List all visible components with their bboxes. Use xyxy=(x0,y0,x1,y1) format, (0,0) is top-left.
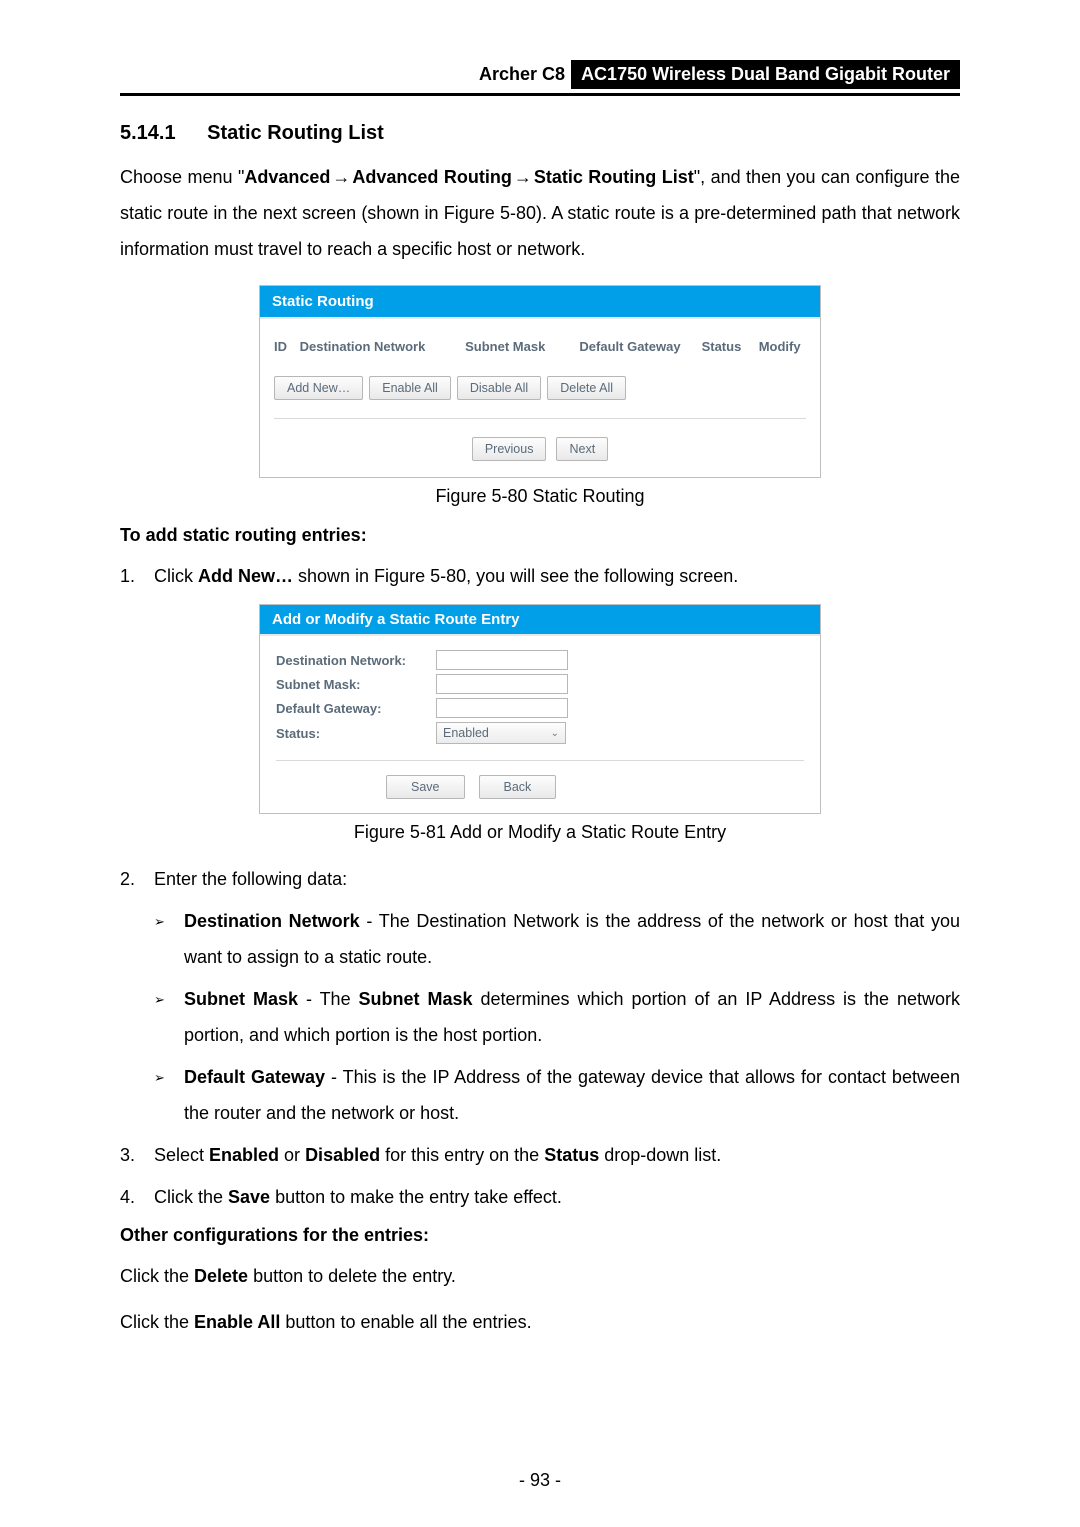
page-number: - 93 - xyxy=(0,1470,1080,1491)
add-new-button[interactable]: Add New… xyxy=(274,376,363,400)
subnet-mask-label: Subnet Mask: xyxy=(276,677,436,692)
product-label: AC1750 Wireless Dual Band Gigabit Router xyxy=(571,60,960,89)
bullet-2-label: Subnet Mask xyxy=(184,989,298,1009)
chevron-down-icon: ⌄ xyxy=(551,728,559,739)
col-id: ID xyxy=(274,339,300,354)
arrow-icon: → xyxy=(512,167,534,187)
section-title: Static Routing List xyxy=(207,122,384,144)
col-status: Status xyxy=(702,339,759,354)
bullet-default-gateway: ➢ Default Gateway - This is the IP Addre… xyxy=(120,1059,960,1131)
status-select[interactable]: Enabled ⌄ xyxy=(436,722,566,744)
previous-button[interactable]: Previous xyxy=(472,437,547,461)
other1-bold: Delete xyxy=(194,1266,248,1286)
bullet-1-label: Destination Network xyxy=(184,911,360,931)
step-1: 1. Click Add New… shown in Figure 5-80, … xyxy=(120,558,960,594)
default-gateway-label: Default Gateway: xyxy=(276,701,436,716)
nav-static-routing-list: Static Routing List xyxy=(534,167,694,187)
arrow-icon: ➢ xyxy=(154,1059,184,1131)
default-gateway-input[interactable] xyxy=(436,698,568,718)
bullet-2-bold: Subnet Mask xyxy=(359,989,473,1009)
arrow-icon: → xyxy=(330,167,352,187)
model-label: Archer C8 xyxy=(473,62,571,87)
subnet-mask-input[interactable] xyxy=(436,674,568,694)
step-4-post: button to make the entry take effect. xyxy=(270,1187,562,1207)
nav-advanced-routing: Advanced Routing xyxy=(352,167,511,187)
other2-bold: Enable All xyxy=(194,1312,280,1332)
other-config-2: Click the Enable All button to enable al… xyxy=(120,1304,960,1340)
step-4-pre: Click the xyxy=(154,1187,228,1207)
step-2-text: Enter the following data: xyxy=(154,861,960,897)
other-config-heading: Other configurations for the entries: xyxy=(120,1225,960,1246)
arrow-icon: ➢ xyxy=(154,981,184,1053)
panel-title: Static Routing xyxy=(260,286,820,319)
step-3-mid2: for this entry on the xyxy=(380,1145,544,1165)
bullet-destination-network: ➢ Destination Network - The Destination … xyxy=(120,903,960,975)
dest-network-label: Destination Network: xyxy=(276,653,436,668)
step-3: 3. Select Enabled or Disabled for this e… xyxy=(120,1137,960,1173)
step-3-enabled: Enabled xyxy=(209,1145,279,1165)
dest-network-input[interactable] xyxy=(436,650,568,670)
figure-add-modify: Add or Modify a Static Route Entry Desti… xyxy=(259,604,821,814)
panel-title: Add or Modify a Static Route Entry xyxy=(260,605,820,636)
step-1-number: 1. xyxy=(120,558,154,594)
col-subnet: Subnet Mask xyxy=(465,339,579,354)
step-3-mid1: or xyxy=(279,1145,305,1165)
step-2: 2. Enter the following data: xyxy=(120,861,960,897)
section-number: 5.14.1 xyxy=(120,122,176,145)
bullet-subnet-mask: ➢ Subnet Mask - The Subnet Mask determin… xyxy=(120,981,960,1053)
bullet-3-label: Default Gateway xyxy=(184,1067,325,1087)
disable-all-button[interactable]: Disable All xyxy=(457,376,541,400)
col-gateway: Default Gateway xyxy=(579,339,701,354)
step-2-number: 2. xyxy=(120,861,154,897)
back-button[interactable]: Back xyxy=(479,775,557,799)
other1-post: button to delete the entry. xyxy=(248,1266,456,1286)
step-4-number: 4. xyxy=(120,1179,154,1215)
other2-post: button to enable all the entries. xyxy=(280,1312,531,1332)
step-3-post: drop-down list. xyxy=(599,1145,721,1165)
status-value: Enabled xyxy=(443,726,489,740)
step-1-post: shown in Figure 5-80, you will see the f… xyxy=(293,566,738,586)
step-1-pre: Click xyxy=(154,566,198,586)
figure-static-routing: Static Routing ID Destination Network Su… xyxy=(259,285,821,478)
other-config-1: Click the Delete button to delete the en… xyxy=(120,1258,960,1294)
step-3-number: 3. xyxy=(120,1137,154,1173)
col-dest: Destination Network xyxy=(300,339,466,354)
status-label: Status: xyxy=(276,726,436,741)
bullet-2-pre: - The xyxy=(298,989,359,1009)
arrow-icon: ➢ xyxy=(154,903,184,975)
nav-advanced: Advanced xyxy=(244,167,330,187)
other1-pre: Click the xyxy=(120,1266,194,1286)
next-button[interactable]: Next xyxy=(556,437,608,461)
col-modify: Modify xyxy=(759,339,806,354)
step-1-bold: Add New… xyxy=(198,566,293,586)
figure-81-caption: Figure 5-81 Add or Modify a Static Route… xyxy=(120,822,960,843)
delete-all-button[interactable]: Delete All xyxy=(547,376,626,400)
step-4: 4. Click the Save button to make the ent… xyxy=(120,1179,960,1215)
doc-header: Archer C8 AC1750 Wireless Dual Band Giga… xyxy=(120,60,960,96)
save-button[interactable]: Save xyxy=(386,775,465,799)
enable-all-button[interactable]: Enable All xyxy=(369,376,451,400)
table-header: ID Destination Network Subnet Mask Defau… xyxy=(274,329,806,372)
section-heading: 5.14.1 Static Routing List xyxy=(120,122,960,145)
add-entries-heading: To add static routing entries: xyxy=(120,525,960,546)
step-3-pre: Select xyxy=(154,1145,209,1165)
step-3-status: Status xyxy=(544,1145,599,1165)
step-4-save: Save xyxy=(228,1187,270,1207)
figure-80-caption: Figure 5-80 Static Routing xyxy=(120,486,960,507)
other2-pre: Click the xyxy=(120,1312,194,1332)
step-3-disabled: Disabled xyxy=(305,1145,380,1165)
intro-paragraph: Choose menu "Advanced→Advanced Routing→S… xyxy=(120,159,960,267)
intro-prefix: Choose menu " xyxy=(120,167,244,187)
